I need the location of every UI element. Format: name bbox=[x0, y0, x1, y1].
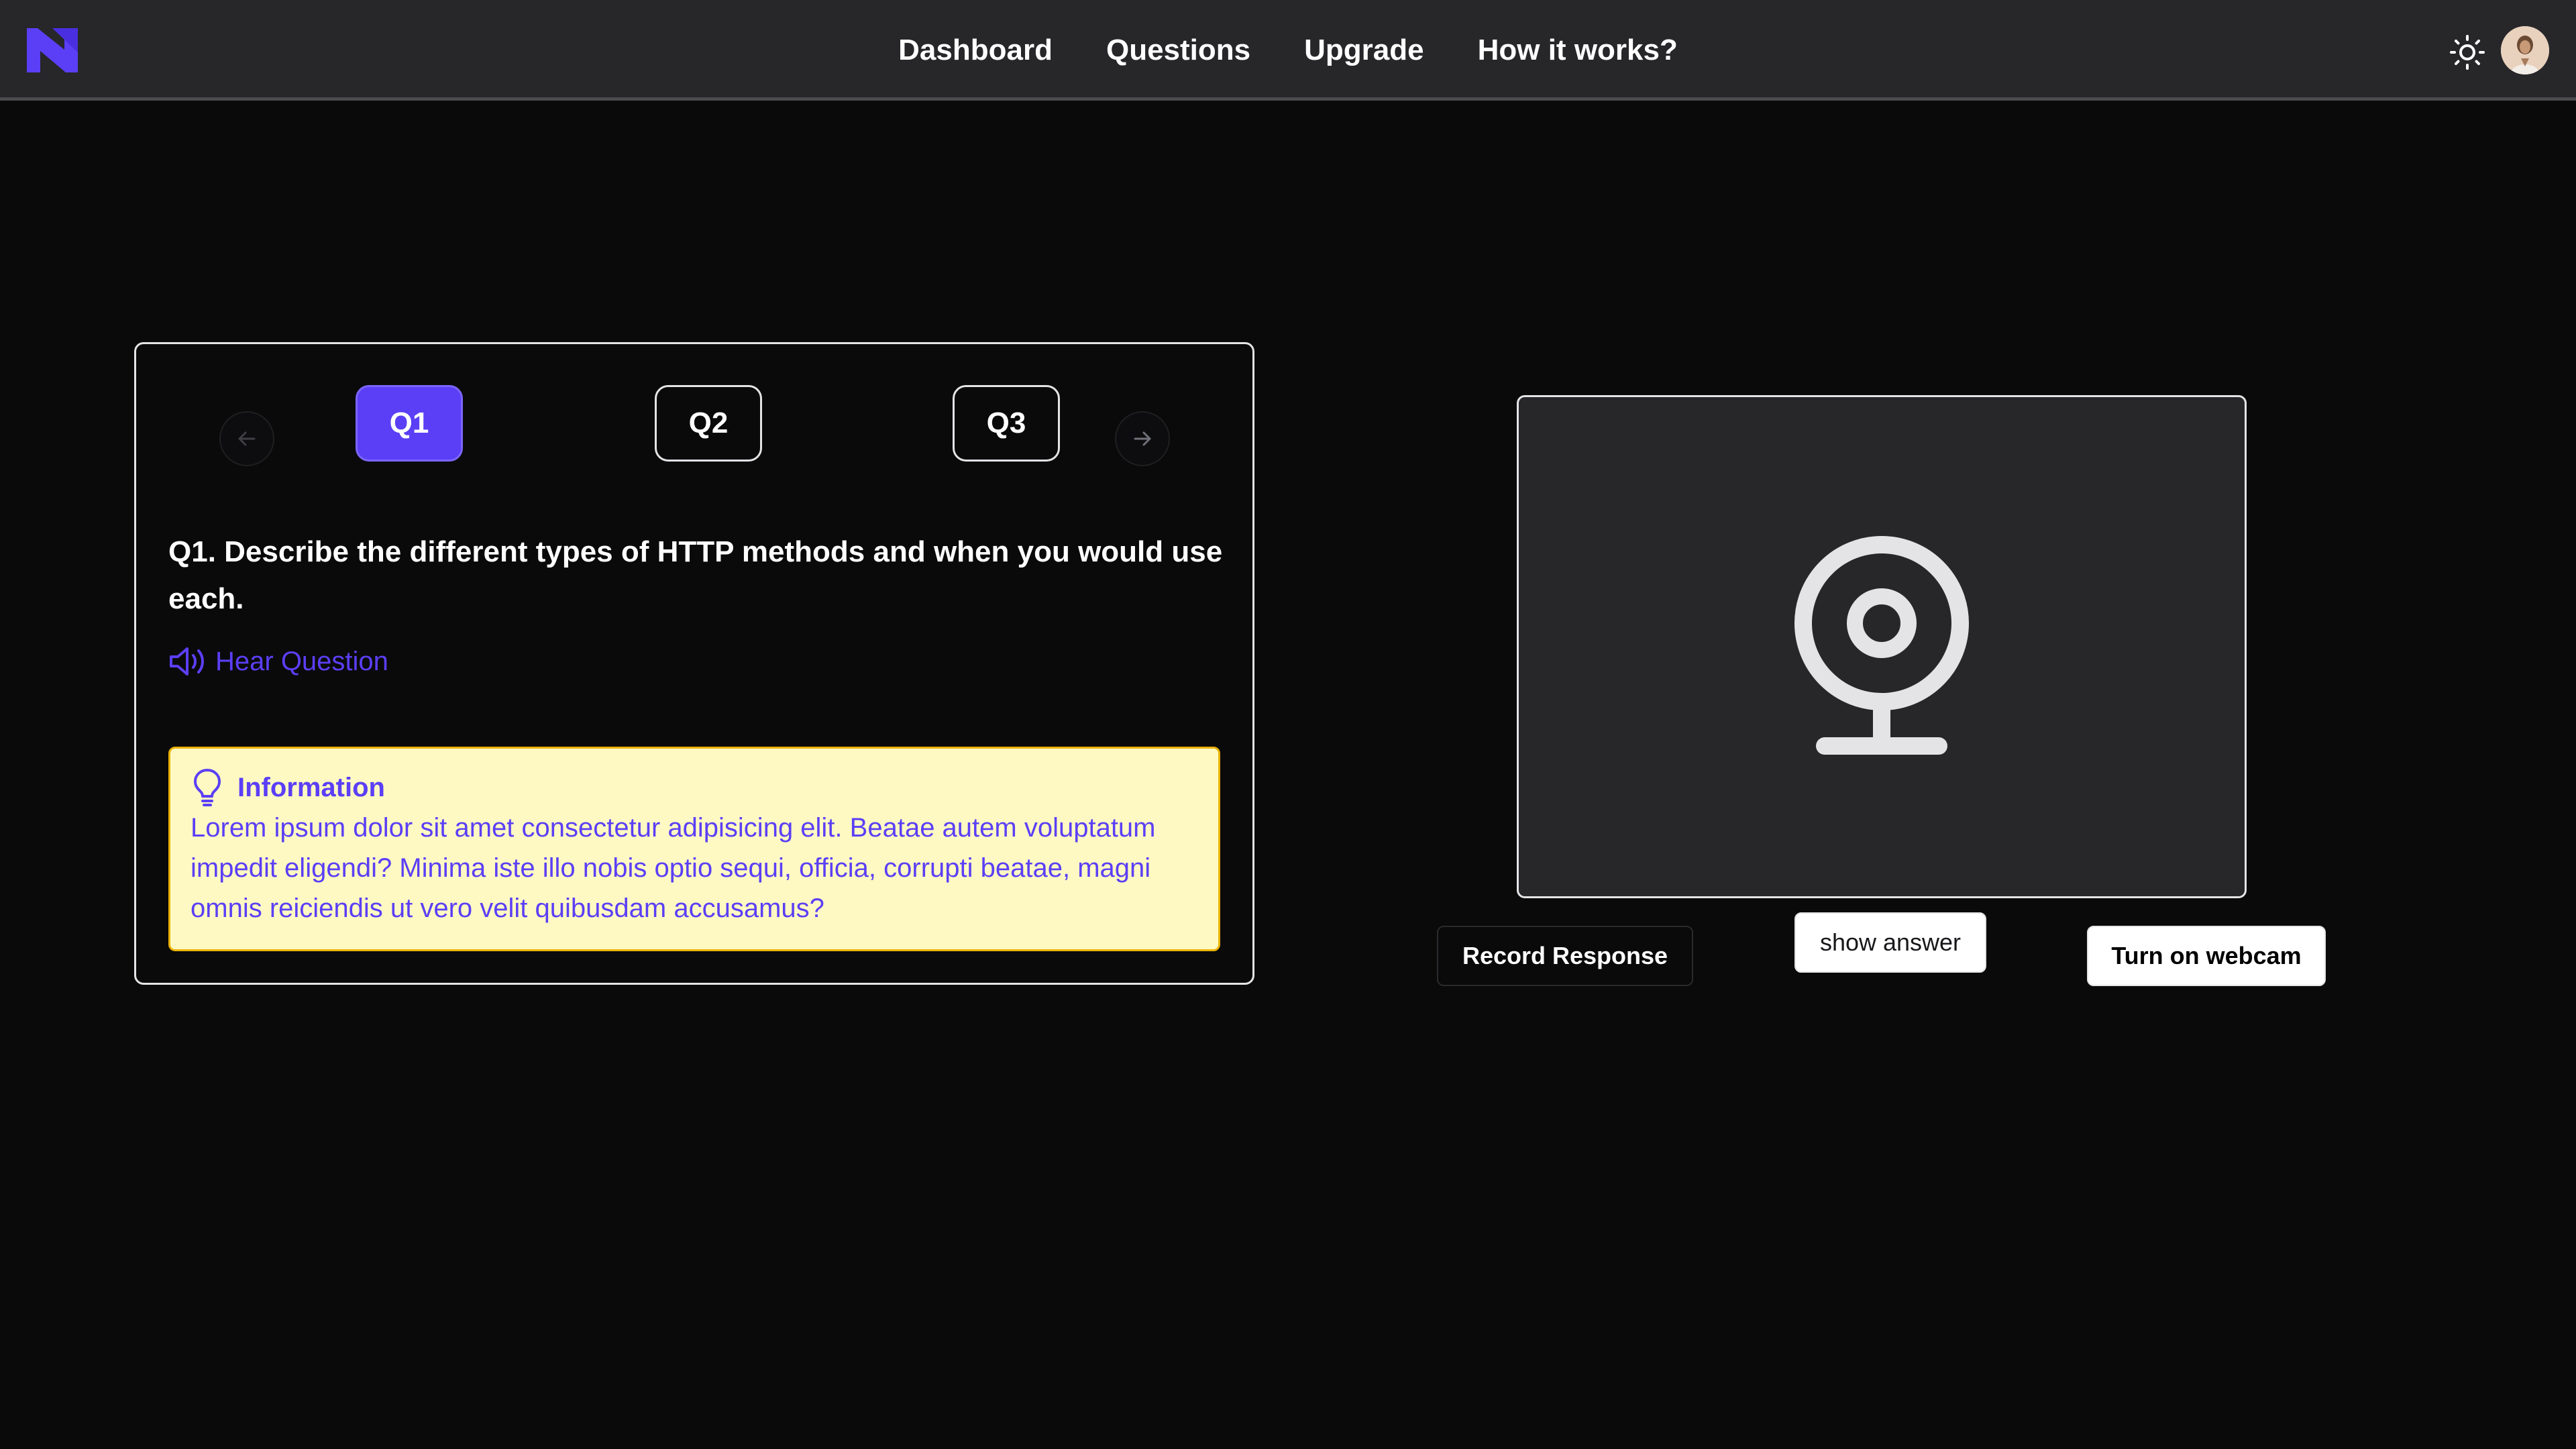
lightbulb-icon bbox=[194, 769, 221, 806]
user-avatar[interactable] bbox=[2501, 26, 2549, 74]
arrow-left-icon bbox=[238, 431, 256, 446]
tab-q2[interactable]: Q2 bbox=[655, 385, 762, 462]
arrow-right-icon bbox=[1134, 431, 1151, 446]
record-response-button[interactable]: Record Response bbox=[1437, 926, 1693, 986]
prev-question-button[interactable] bbox=[219, 411, 274, 466]
nav-link-questions[interactable]: Questions bbox=[1106, 34, 1250, 67]
nav-link-upgrade[interactable]: Upgrade bbox=[1304, 34, 1424, 67]
tab-q3[interactable]: Q3 bbox=[953, 385, 1060, 462]
question-card: Q1 Q2 Q3 Q1. Describe the different type… bbox=[134, 342, 1254, 985]
show-answer-button[interactable]: show answer bbox=[1794, 912, 1986, 973]
tab-q1[interactable]: Q1 bbox=[356, 385, 463, 462]
top-navbar: Dashboard Questions Upgrade How it works… bbox=[0, 0, 2576, 101]
webcam-icon bbox=[1794, 536, 1969, 755]
webcam-preview bbox=[1517, 395, 2247, 898]
speaker-icon bbox=[170, 647, 204, 676]
information-body: Lorem ipsum dolor sit amet consectetur a… bbox=[191, 813, 1156, 923]
turn-on-webcam-button[interactable]: Turn on webcam bbox=[2087, 926, 2326, 986]
nav-link-how-it-works[interactable]: How it works? bbox=[1478, 34, 1678, 67]
sun-icon[interactable] bbox=[2449, 34, 2486, 71]
hear-question-label: Hear Question bbox=[215, 646, 388, 676]
information-box: Information Lorem ipsum dolor sit amet c… bbox=[168, 747, 1220, 951]
information-title: Information bbox=[237, 772, 385, 802]
question-text: Q1. Describe the different types of HTTP… bbox=[168, 535, 1223, 615]
nav-link-dashboard[interactable]: Dashboard bbox=[898, 34, 1053, 67]
next-question-button[interactable] bbox=[1115, 411, 1170, 466]
hear-question-button[interactable]: Hear Question bbox=[168, 645, 388, 678]
information-header: Information bbox=[191, 769, 1198, 806]
main-nav: Dashboard Questions Upgrade How it works… bbox=[0, 0, 2576, 101]
